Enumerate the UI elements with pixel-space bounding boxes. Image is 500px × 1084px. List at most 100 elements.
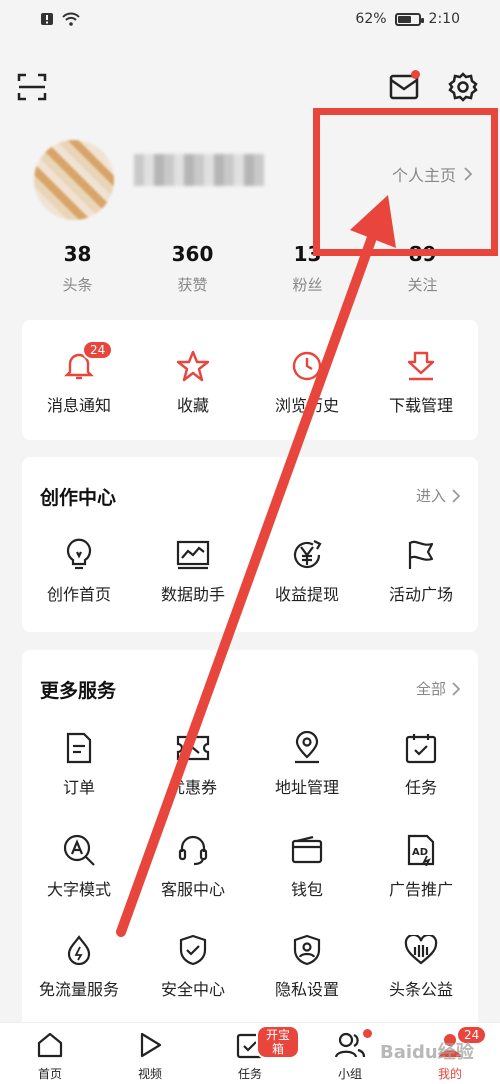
service-item-label: 免流量服务 <box>38 980 119 999</box>
yuan-icon <box>293 540 322 569</box>
all-services-link[interactable]: 全部 <box>416 678 460 699</box>
chevron-right-icon <box>452 488 460 503</box>
groups-unread-dot <box>363 1029 372 1038</box>
section-title: 更多服务 <box>40 680 117 702</box>
creation-center-card: 创作中心 进入 创作首页 数据助手 收益提现 活动广场 <box>22 457 478 632</box>
downloads-item[interactable]: 下载管理 <box>364 346 478 416</box>
settings-button[interactable] <box>445 69 481 105</box>
location-icon <box>295 731 319 764</box>
wallet-item[interactable]: 钱包 <box>250 830 364 900</box>
orders-item[interactable]: 订单 <box>22 728 136 798</box>
service-item-label: 钱包 <box>290 880 323 899</box>
stat-value: 38 <box>63 242 92 266</box>
chart-icon <box>176 540 210 570</box>
creation-item-label: 收益提现 <box>274 585 339 604</box>
charity-item[interactable]: 头条公益 <box>364 930 478 1000</box>
service-item-label: 优惠券 <box>168 778 217 797</box>
service-item-label: 安全中心 <box>160 980 225 999</box>
download-icon <box>407 351 435 381</box>
star-icon <box>176 350 210 382</box>
service-item-label: 广告推广 <box>388 880 453 899</box>
stat-label: 头条 <box>62 276 93 294</box>
order-icon <box>66 732 92 764</box>
wifi-icon <box>62 12 80 26</box>
headset-icon <box>178 835 208 866</box>
section-title: 创作中心 <box>40 487 117 509</box>
nav-label: 小组 <box>337 1067 362 1081</box>
stat-headlines[interactable]: 38 头条 <box>20 242 135 302</box>
large-font-item[interactable]: 大字模式 <box>22 830 136 900</box>
nav-label: 首页 <box>37 1067 62 1081</box>
creation-item-label: 创作首页 <box>46 585 111 604</box>
stat-label: 粉丝 <box>292 276 323 294</box>
address-item[interactable]: 地址管理 <box>250 728 364 798</box>
data-assistant-item[interactable]: 数据助手 <box>136 535 250 605</box>
wallet-icon <box>291 836 323 864</box>
activity-square-item[interactable]: 活动广场 <box>364 535 478 605</box>
alert-icon <box>41 13 53 25</box>
service-item-label: 订单 <box>62 778 95 797</box>
stat-label: 获赞 <box>177 276 208 294</box>
clock-icon <box>292 351 322 381</box>
data-free-icon <box>67 935 91 966</box>
history-item[interactable]: 浏览历史 <box>250 346 364 416</box>
top-bar <box>0 65 500 111</box>
ad-icon: AD <box>407 834 435 866</box>
svg-text:AD: AD <box>412 847 428 858</box>
ad-promo-item[interactable]: AD 广告推广 <box>364 830 478 900</box>
notifications-item[interactable]: 24 消息通知 <box>22 340 136 416</box>
withdraw-item[interactable]: 收益提现 <box>250 535 364 605</box>
creation-item-label: 数据助手 <box>160 585 225 604</box>
coupons-item[interactable]: 优惠券 <box>136 728 250 798</box>
data-free-item[interactable]: 免流量服务 <box>22 930 136 1000</box>
nav-label: 视频 <box>137 1067 162 1081</box>
stat-label: 关注 <box>407 276 438 294</box>
more-services-card: 更多服务 全部 订单 优惠券 地址管理 任务 大字模式 客服中心 钱包 AD 广… <box>22 650 478 1030</box>
security-center-item[interactable]: 安全中心 <box>136 930 250 1000</box>
home-icon <box>37 1032 63 1058</box>
stat-likes[interactable]: 360 获赞 <box>135 242 250 302</box>
nav-home[interactable]: 首页 <box>0 1023 100 1084</box>
task-icon <box>405 734 437 764</box>
scan-icon <box>17 73 47 101</box>
lightbulb-icon <box>66 538 92 570</box>
enter-creation-link[interactable]: 进入 <box>416 485 460 506</box>
nav-tasks[interactable]: 开宝箱 任务 <box>200 1023 300 1084</box>
tasks-item[interactable]: 任务 <box>364 728 478 798</box>
quick-item-label: 消息通知 <box>46 396 111 415</box>
enter-label: 进入 <box>415 487 446 505</box>
nav-video[interactable]: 视频 <box>100 1023 200 1084</box>
all-label: 全部 <box>415 680 446 698</box>
watermark: Baidu经验 <box>380 1042 474 1063</box>
large-font-icon <box>63 834 95 866</box>
treasure-badge: 开宝箱 <box>256 1025 300 1059</box>
shield-icon <box>179 934 207 966</box>
username-redacted <box>134 154 264 186</box>
quick-item-label: 下载管理 <box>388 396 453 415</box>
stat-value: 360 <box>171 242 214 266</box>
messages-button[interactable] <box>386 69 422 105</box>
status-bar: 62% 2:10 <box>0 0 500 40</box>
group-icon <box>334 1032 366 1058</box>
chevron-right-icon <box>452 681 460 696</box>
play-icon <box>140 1032 162 1058</box>
quick-actions-card: 24 消息通知 收藏 浏览历史 下载管理 <box>22 320 478 440</box>
service-item-label: 大字模式 <box>46 880 111 899</box>
quick-item-label: 浏览历史 <box>274 396 339 415</box>
charity-icon <box>404 935 438 965</box>
quick-item-label: 收藏 <box>176 396 209 415</box>
service-item-label: 头条公益 <box>388 980 453 999</box>
unread-dot <box>411 70 420 79</box>
customer-service-item[interactable]: 客服中心 <box>136 830 250 900</box>
service-item-label: 地址管理 <box>274 778 339 797</box>
battery-icon <box>394 12 424 26</box>
privacy-icon <box>293 934 321 966</box>
scan-button[interactable] <box>14 69 50 105</box>
favorites-item[interactable]: 收藏 <box>136 346 250 416</box>
avatar[interactable] <box>34 140 114 220</box>
privacy-settings-item[interactable]: 隐私设置 <box>250 930 364 1000</box>
flag-icon <box>408 540 434 569</box>
notification-badge: 24 <box>82 340 114 360</box>
service-item-label: 客服中心 <box>160 880 225 899</box>
creation-home-item[interactable]: 创作首页 <box>22 535 136 605</box>
